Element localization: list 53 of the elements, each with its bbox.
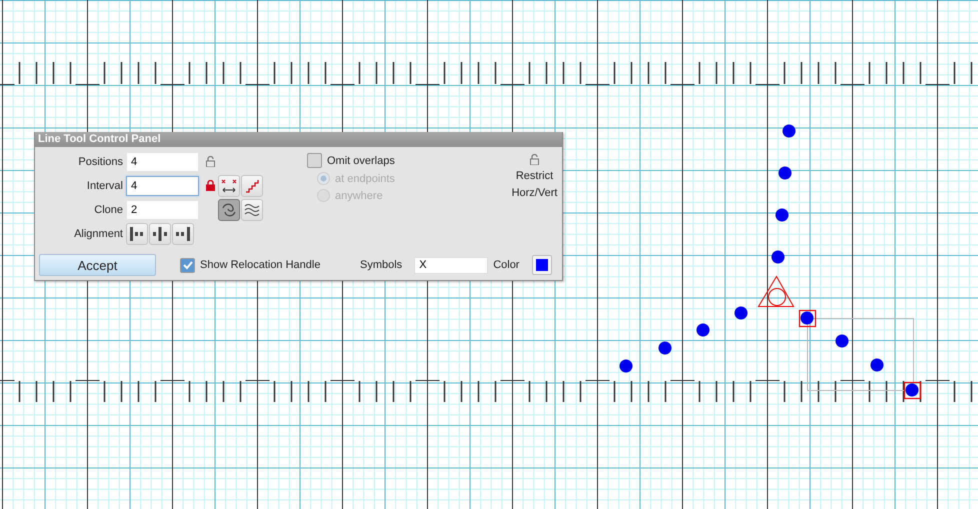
align-right-icon xyxy=(175,226,191,240)
align-center-icon xyxy=(152,226,168,240)
plot-point[interactable] xyxy=(782,124,796,138)
selection-square[interactable] xyxy=(904,382,922,400)
number-field[interactable]: 2 xyxy=(126,200,199,220)
field-label: Interval xyxy=(86,180,124,192)
plot-point[interactable] xyxy=(772,250,784,264)
lock-icon[interactable] xyxy=(206,180,214,191)
restrict-label: Restrict xyxy=(516,170,554,182)
plot-point[interactable] xyxy=(734,306,748,320)
field-label: Positions xyxy=(77,156,124,168)
tool-button[interactable] xyxy=(218,198,240,220)
tool-button[interactable] xyxy=(241,174,263,196)
plot-point[interactable] xyxy=(800,312,814,324)
selection-square[interactable] xyxy=(798,310,816,328)
stairs-icon xyxy=(245,178,259,192)
symbols-field[interactable]: X xyxy=(414,256,488,274)
color-swatch[interactable] xyxy=(532,255,552,275)
number-field[interactable]: 4 xyxy=(126,176,199,196)
plot-point[interactable] xyxy=(696,324,710,336)
restrict-label: Horz/Vert xyxy=(512,187,558,199)
checkbox[interactable] xyxy=(307,153,322,168)
color-label: Color xyxy=(493,259,520,271)
plot-point[interactable] xyxy=(870,358,884,372)
tool-button[interactable] xyxy=(218,174,240,196)
plot-point[interactable] xyxy=(776,208,788,222)
plot-point[interactable] xyxy=(778,166,792,180)
loop-icon xyxy=(221,202,237,218)
tool-button[interactable] xyxy=(241,198,263,220)
radio-label: anywhere xyxy=(335,190,383,202)
spacing-icon xyxy=(221,178,237,192)
number-field[interactable]: 4 xyxy=(126,152,199,172)
radio-label: at endpoints xyxy=(335,172,395,184)
plot-point[interactable] xyxy=(620,360,632,372)
waves-icon xyxy=(244,202,260,216)
plot-point[interactable] xyxy=(906,384,918,396)
lock-icon[interactable] xyxy=(530,154,539,165)
field-label: Clone xyxy=(93,204,124,216)
align-button[interactable] xyxy=(126,222,148,244)
panel-title: Line Tool Control Panel xyxy=(35,132,562,147)
accept-button[interactable]: Accept xyxy=(39,254,156,276)
align-button[interactable] xyxy=(172,222,194,244)
relocation-handle-drawing[interactable] xyxy=(758,276,794,307)
align-button[interactable] xyxy=(149,222,171,244)
checkbox[interactable] xyxy=(180,258,195,272)
plot-point[interactable] xyxy=(836,334,848,348)
symbols-label: Symbols xyxy=(360,259,402,271)
align-left-icon xyxy=(129,226,145,240)
plot-point[interactable] xyxy=(658,342,672,354)
checkbox-label: Omit overlaps xyxy=(327,154,395,166)
checkbox-label: Show Relocation Handle xyxy=(200,259,320,271)
lock-icon[interactable] xyxy=(206,156,214,167)
field-label: Alignment xyxy=(73,228,124,240)
